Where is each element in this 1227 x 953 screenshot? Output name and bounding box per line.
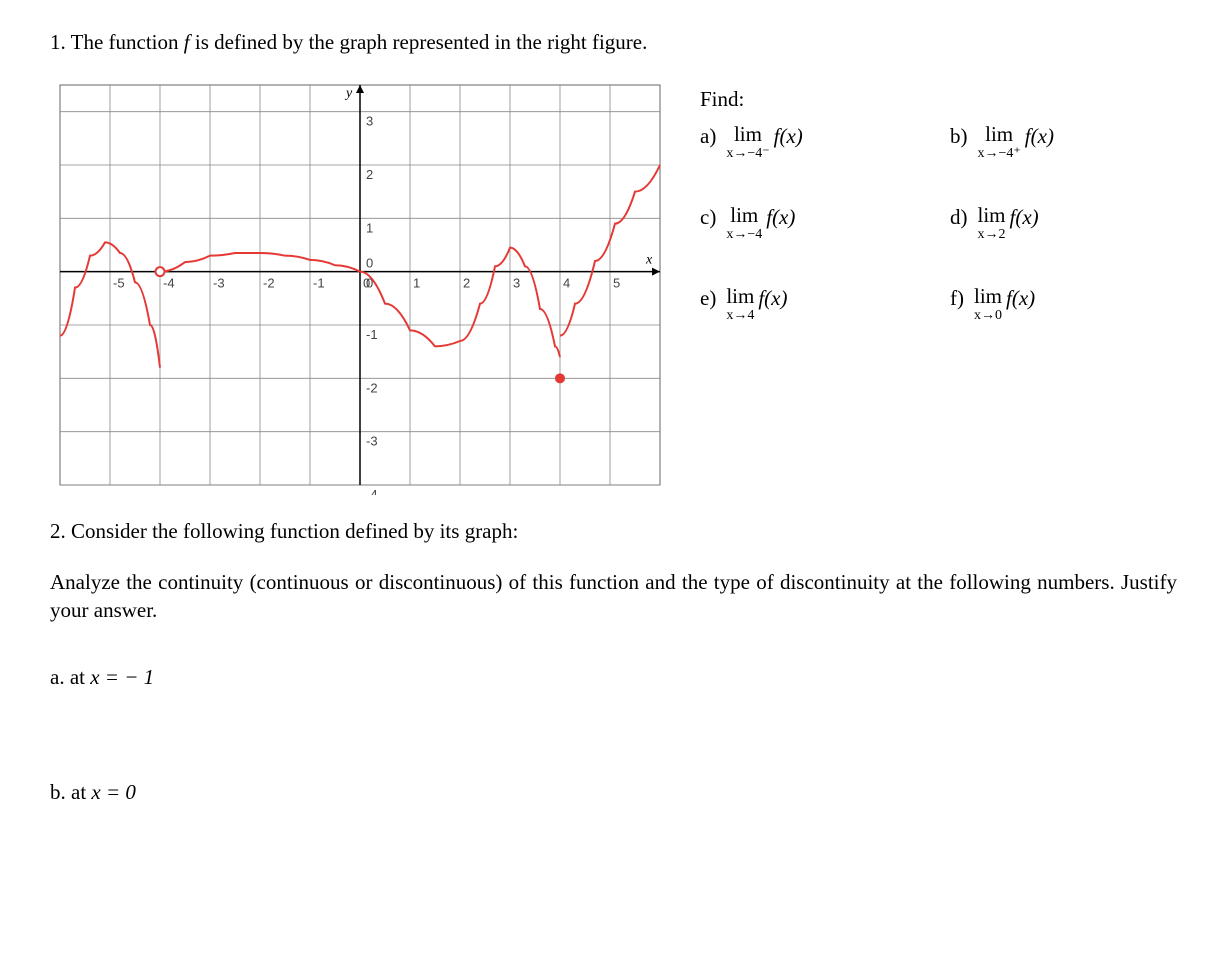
limit-d-label: d) <box>950 205 968 230</box>
limit-a-fx: f(x) <box>774 124 803 149</box>
limit-f-expr: lim x→0 <box>974 286 1002 323</box>
limit-a: a) lim x→−4⁻ f(x) <box>700 124 950 161</box>
problem-1-number: 1. <box>50 30 66 54</box>
svg-text:-3: -3 <box>366 434 378 449</box>
svg-text:0: 0 <box>366 256 373 271</box>
limit-c-expr: lim x→−4 <box>726 205 762 242</box>
limit-b-label: b) <box>950 124 968 149</box>
svg-text:1: 1 <box>413 276 420 291</box>
subpart-b-label: b. at <box>50 780 91 804</box>
svg-text:y: y <box>344 86 353 101</box>
subpart-a-label: a. at <box>50 665 90 689</box>
limits-row-1: a) lim x→−4⁻ f(x) b) lim x→−4⁺ f(x) <box>700 124 1200 161</box>
limit-c-label: c) <box>700 205 716 230</box>
subpart-a-expr: x = − 1 <box>90 665 154 689</box>
limits-block: Find: a) lim x→−4⁻ f(x) b) lim x→−4⁺ f(x… <box>700 75 1200 323</box>
svg-text:-4: -4 <box>163 276 175 291</box>
subpart-b-expr: x = 0 <box>91 780 136 804</box>
svg-text:2: 2 <box>463 276 470 291</box>
limit-e-label: e) <box>700 286 716 311</box>
limit-d: d) lim x→2 f(x) <box>950 205 1200 242</box>
svg-text:-2: -2 <box>366 380 378 395</box>
problem-2-number: 2. <box>50 519 66 543</box>
find-label: Find: <box>700 87 1200 112</box>
svg-text:3: 3 <box>513 276 520 291</box>
limit-f-label: f) <box>950 286 964 311</box>
svg-text:-5: -5 <box>113 276 125 291</box>
subpart-b: b. at x = 0 <box>50 780 1177 805</box>
problem-2-text: Consider the following function defined … <box>71 519 518 543</box>
svg-text:3: 3 <box>366 114 373 129</box>
svg-text:-4: -4 <box>366 487 378 495</box>
subpart-a: a. at x = − 1 <box>50 665 1177 690</box>
limits-row-3: e) lim x→4 f(x) f) lim x→0 f(x) <box>700 286 1200 323</box>
svg-text:2: 2 <box>366 167 373 182</box>
svg-text:-1: -1 <box>366 327 378 342</box>
limit-a-expr: lim x→−4⁻ <box>726 124 769 161</box>
graph-and-limits-row: -5-4-3-2-1012345-4-3-2-112300yx Find: a)… <box>50 75 1177 495</box>
limit-f-fx: f(x) <box>1006 286 1035 311</box>
limits-row-2: c) lim x→−4 f(x) d) lim x→2 f(x) <box>700 205 1200 242</box>
limit-d-expr: lim x→2 <box>978 205 1006 242</box>
svg-text:-1: -1 <box>313 276 325 291</box>
problem-1-prefix: The function <box>71 30 184 54</box>
problem-1-statement: 1. The function f is defined by the grap… <box>50 30 1177 55</box>
limit-e: e) lim x→4 f(x) <box>700 286 950 323</box>
limit-d-fx: f(x) <box>1010 205 1039 230</box>
analyze-text: Analyze the continuity (continuous or di… <box>50 568 1177 625</box>
svg-text:4: 4 <box>563 276 570 291</box>
limit-b-fx: f(x) <box>1025 124 1054 149</box>
function-graph: -5-4-3-2-1012345-4-3-2-112300yx <box>50 75 670 495</box>
limit-b-expr: lim x→−4⁺ <box>978 124 1021 161</box>
limit-e-expr: lim x→4 <box>726 286 754 323</box>
limit-a-label: a) <box>700 124 716 149</box>
svg-text:x: x <box>645 253 653 268</box>
limit-e-fx: f(x) <box>758 286 787 311</box>
graph-svg: -5-4-3-2-1012345-4-3-2-112300yx <box>50 75 670 495</box>
limit-f: f) lim x→0 f(x) <box>950 286 1200 323</box>
svg-text:-3: -3 <box>213 276 225 291</box>
problem-2-statement: 2. Consider the following function defin… <box>50 519 1177 544</box>
svg-text:5: 5 <box>613 276 620 291</box>
problem-1-suffix: is defined by the graph represented in t… <box>190 30 648 54</box>
limit-c-fx: f(x) <box>766 205 795 230</box>
limit-c: c) lim x→−4 f(x) <box>700 205 950 242</box>
svg-text:-2: -2 <box>263 276 275 291</box>
limit-b: b) lim x→−4⁺ f(x) <box>950 124 1200 161</box>
svg-text:1: 1 <box>366 220 373 235</box>
